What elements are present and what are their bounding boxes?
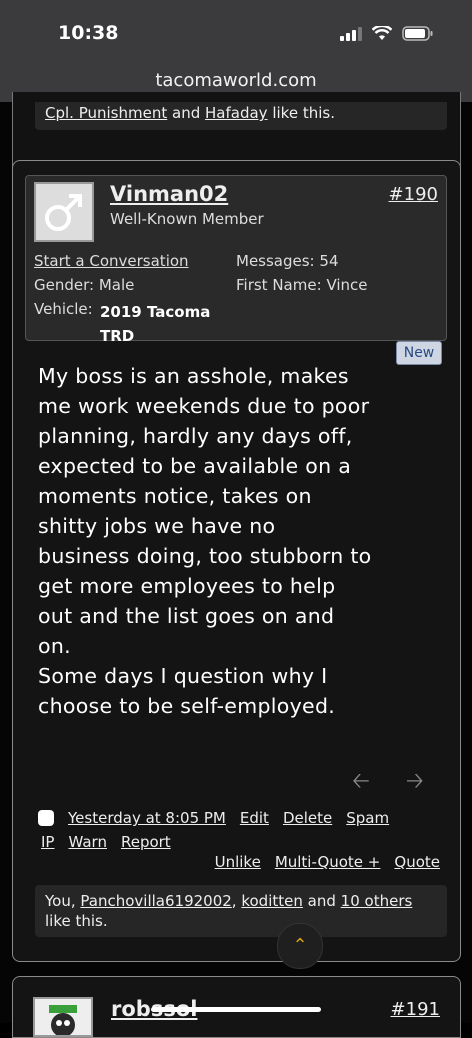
delete-link[interactable]: Delete — [283, 809, 332, 827]
start-conversation-link[interactable]: Start a Conversation — [34, 252, 189, 270]
previous-post-likes: Cpl. Punishment and Hafaday like this. — [35, 102, 447, 130]
ip-link[interactable]: IP — [41, 833, 54, 851]
message-line: me work weekends due to poor — [38, 394, 370, 418]
liker-link[interactable]: Hafaday — [205, 104, 268, 122]
user-title: Well-Known Member — [110, 210, 264, 228]
gender: Gender: Male — [34, 276, 135, 294]
edit-link[interactable]: Edit — [240, 809, 269, 827]
select-post-checkbox[interactable] — [38, 810, 54, 826]
spam-link[interactable]: Spam — [346, 809, 389, 827]
status-time: 10:38 — [58, 22, 119, 44]
user-info-box: Vinman02 Well-Known Member #190 Start a … — [25, 175, 447, 345]
message-line: shitty jobs we have no — [38, 514, 276, 538]
messages-count: Messages: 54 — [236, 252, 339, 270]
signal-icon — [340, 26, 362, 41]
quote-link[interactable]: Quote — [394, 853, 440, 871]
message-line: on. — [38, 634, 71, 658]
cartoon-avatar-icon — [49, 1005, 77, 1035]
chevron-up-icon: ⌃ — [292, 935, 308, 956]
multi-quote-link[interactable]: Multi-Quote + — [275, 853, 381, 871]
avatar[interactable] — [33, 997, 93, 1037]
vehicle-label: Vehicle: — [34, 300, 93, 318]
post-190: Vinman02 Well-Known Member #190 Start a … — [12, 160, 461, 969]
message-line: out and the list goes on and — [38, 604, 335, 628]
battery-icon — [402, 26, 433, 41]
username-link[interactable]: Vinman02 — [110, 182, 228, 206]
message-line: Some days I question why I — [38, 664, 328, 688]
message-line: planning, hardly any days off, — [38, 424, 353, 448]
arrow-left-icon[interactable]: 🡠 — [352, 764, 370, 802]
message-line: expected to be available on a — [38, 454, 352, 478]
post-timestamp-link[interactable]: Yesterday at 8:05 PM — [68, 809, 226, 827]
report-link[interactable]: Report — [121, 833, 171, 851]
message-line: moments notice, takes on — [38, 484, 312, 508]
liker-link[interactable]: Cpl. Punishment — [45, 104, 167, 122]
liker-link[interactable]: koditten — [241, 892, 303, 910]
unlike-link[interactable]: Unlike — [215, 853, 261, 871]
arrow-right-icon[interactable]: 🡢 — [406, 764, 424, 802]
url-text: tacomaworld.com — [155, 70, 317, 91]
message-line: choose to be self-employed. — [38, 694, 336, 718]
avatar[interactable] — [34, 182, 94, 242]
wifi-icon — [372, 26, 392, 40]
warn-link[interactable]: Warn — [68, 833, 106, 851]
first-name: First Name: Vince — [236, 276, 368, 294]
post-number-link[interactable]: #190 — [389, 184, 438, 205]
message-line: get more employees to help — [38, 574, 336, 598]
post-number-link[interactable]: #191 — [391, 999, 440, 1020]
male-symbol-icon — [45, 194, 82, 231]
liker-link[interactable]: Panchovilla6192002 — [80, 892, 231, 910]
home-indicator — [151, 1007, 321, 1012]
scroll-to-top-button[interactable]: ⌃ — [277, 923, 323, 969]
post-message: My boss is an asshole, makes me work week… — [38, 361, 428, 721]
status-bar: 10:38 — [0, 0, 472, 70]
others-link[interactable]: 10 others — [341, 892, 413, 910]
post-likes: You, Panchovilla6192002, koditten and 10… — [35, 885, 447, 937]
page-content: Cpl. Punishment and Hafaday like this. V… — [0, 92, 472, 1038]
vehicle-value: 2019 Tacoma TRD — [100, 303, 211, 345]
message-line: My boss is an asshole, makes — [38, 364, 349, 388]
message-line: business doing, too stubborn to — [38, 544, 372, 568]
